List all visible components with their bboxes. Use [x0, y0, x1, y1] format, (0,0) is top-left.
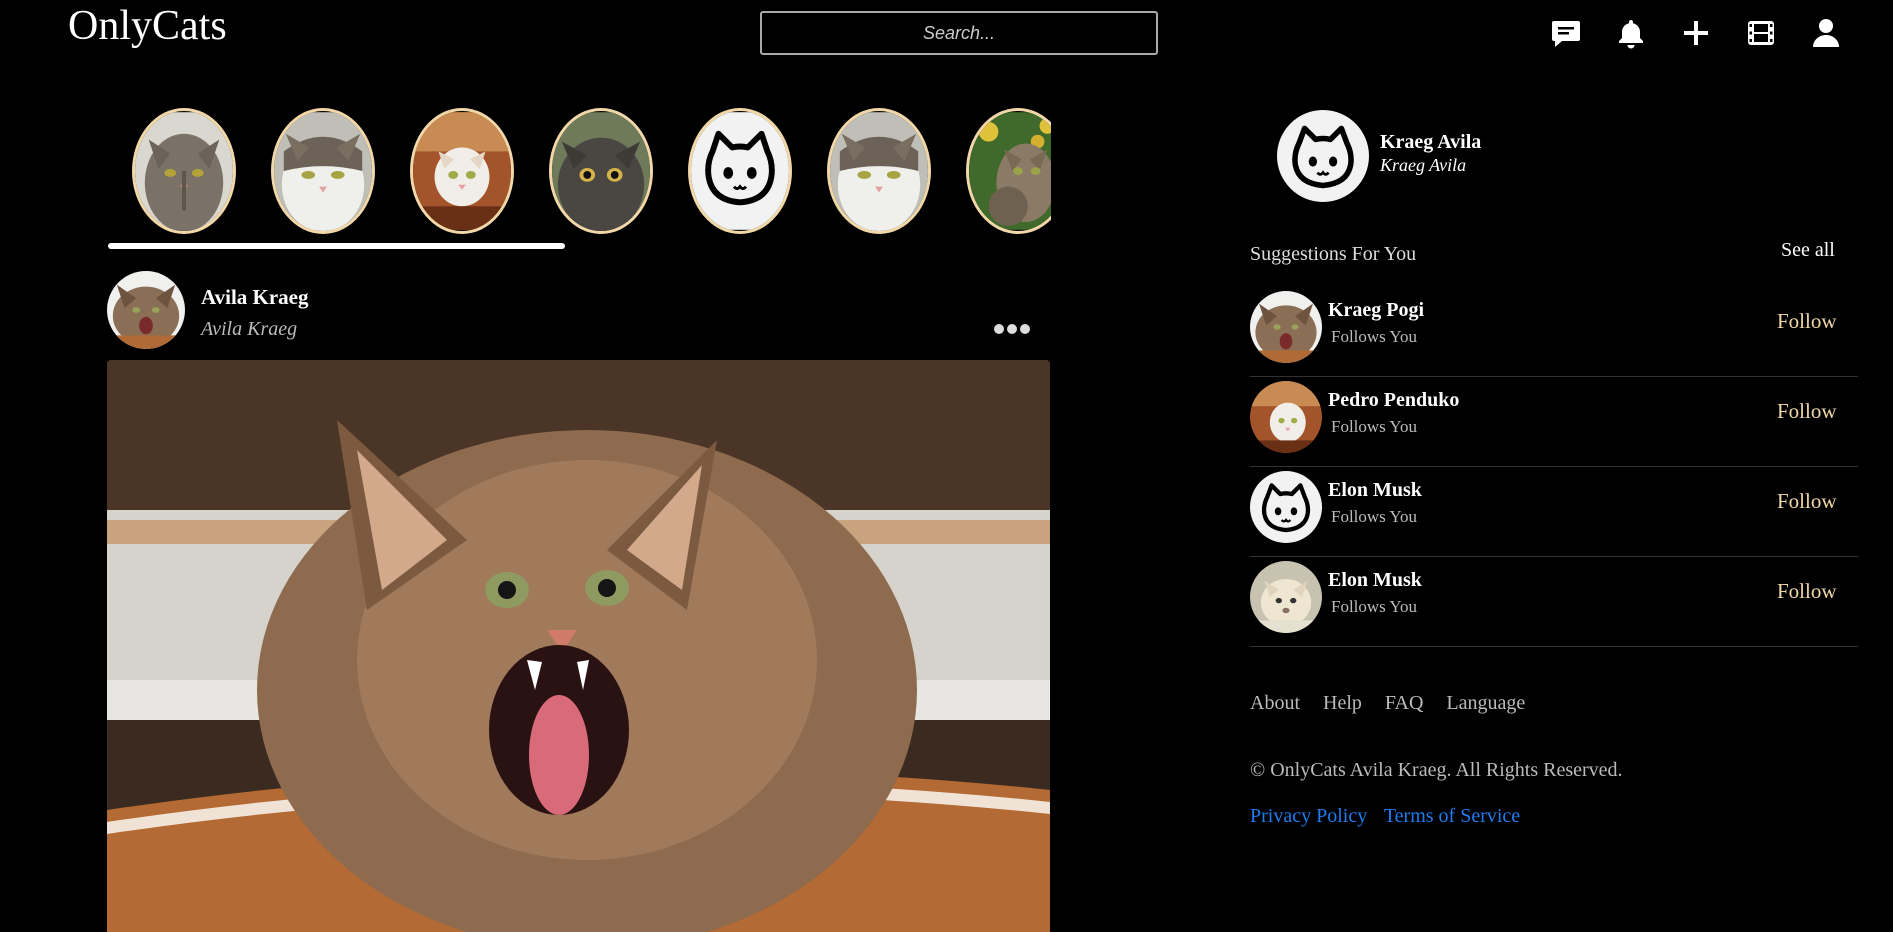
suggestion-name[interactable]: Elon Musk: [1328, 479, 1422, 502]
post-author-handle: Avila Kraeg: [201, 318, 298, 340]
plus-icon[interactable]: [1680, 17, 1712, 49]
user-icon[interactable]: [1810, 17, 1842, 49]
suggestion-name[interactable]: Kraeg Pogi: [1328, 299, 1424, 322]
film-icon[interactable]: [1745, 17, 1777, 49]
suggestion-name[interactable]: Elon Musk: [1328, 569, 1422, 592]
app-logo[interactable]: OnlyCats: [68, 2, 227, 50]
suggestion-avatar[interactable]: [1250, 291, 1322, 363]
profile-name[interactable]: Kraeg Avila: [1380, 131, 1481, 154]
suggestions-list: Kraeg Pogi Follows You Follow Pedro Pend…: [1250, 287, 1858, 647]
legal-links: Privacy Policy Terms of Service: [1250, 805, 1532, 828]
message-icon[interactable]: [1550, 17, 1582, 49]
profile-avatar[interactable]: [1277, 110, 1369, 202]
privacy-policy-link[interactable]: Privacy Policy: [1250, 805, 1367, 827]
see-all-link[interactable]: See all: [1781, 239, 1835, 262]
stories-scrollbar[interactable]: [108, 243, 565, 249]
follow-button[interactable]: Follow: [1777, 579, 1837, 604]
suggestion-subtext: Follows You: [1331, 327, 1417, 346]
story-avatar[interactable]: [549, 108, 653, 234]
story-avatar[interactable]: [827, 108, 931, 234]
follow-button[interactable]: Follow: [1777, 489, 1837, 514]
footer-link-faq[interactable]: FAQ: [1385, 692, 1424, 714]
post-author-name[interactable]: Avila Kraeg: [201, 285, 309, 310]
footer-link-language[interactable]: Language: [1446, 692, 1525, 714]
suggestion-subtext: Follows You: [1331, 507, 1417, 526]
post-image[interactable]: [107, 360, 1050, 932]
suggestion-avatar[interactable]: [1250, 561, 1322, 633]
story-avatar[interactable]: [271, 108, 375, 234]
suggestion-subtext: Follows You: [1331, 417, 1417, 436]
suggestion-avatar[interactable]: [1250, 471, 1322, 543]
footer-links: About Help FAQ Language: [1250, 692, 1543, 715]
copyright-text: © OnlyCats Avila Kraeg. All Rights Reser…: [1250, 759, 1623, 781]
bell-icon[interactable]: [1615, 17, 1647, 49]
suggestion-name[interactable]: Pedro Penduko: [1328, 389, 1459, 412]
suggestion-item: Elon Musk Follows You Follow: [1250, 557, 1858, 647]
search-input[interactable]: [760, 11, 1158, 55]
footer-link-help[interactable]: Help: [1323, 692, 1362, 714]
story-avatar[interactable]: [132, 108, 236, 234]
follow-button[interactable]: Follow: [1777, 309, 1837, 334]
suggestion-item: Pedro Penduko Follows You Follow: [1250, 377, 1858, 467]
suggestion-item: Kraeg Pogi Follows You Follow: [1250, 287, 1858, 377]
footer-link-about[interactable]: About: [1250, 692, 1300, 714]
story-avatar[interactable]: [688, 108, 792, 234]
stories-carousel[interactable]: [108, 106, 1051, 246]
post-author-avatar[interactable]: [107, 271, 185, 349]
suggestions-title: Suggestions For You: [1250, 243, 1417, 265]
suggestion-avatar[interactable]: [1250, 381, 1322, 453]
terms-of-service-link[interactable]: Terms of Service: [1384, 805, 1520, 827]
suggestion-item: Elon Musk Follows You Follow: [1250, 467, 1858, 557]
story-avatar[interactable]: [966, 108, 1051, 234]
profile-handle: Kraeg Avila: [1380, 155, 1467, 175]
story-avatar[interactable]: [410, 108, 514, 234]
more-options-icon[interactable]: [992, 318, 1032, 340]
suggestion-subtext: Follows You: [1331, 597, 1417, 616]
follow-button[interactable]: Follow: [1777, 399, 1837, 424]
